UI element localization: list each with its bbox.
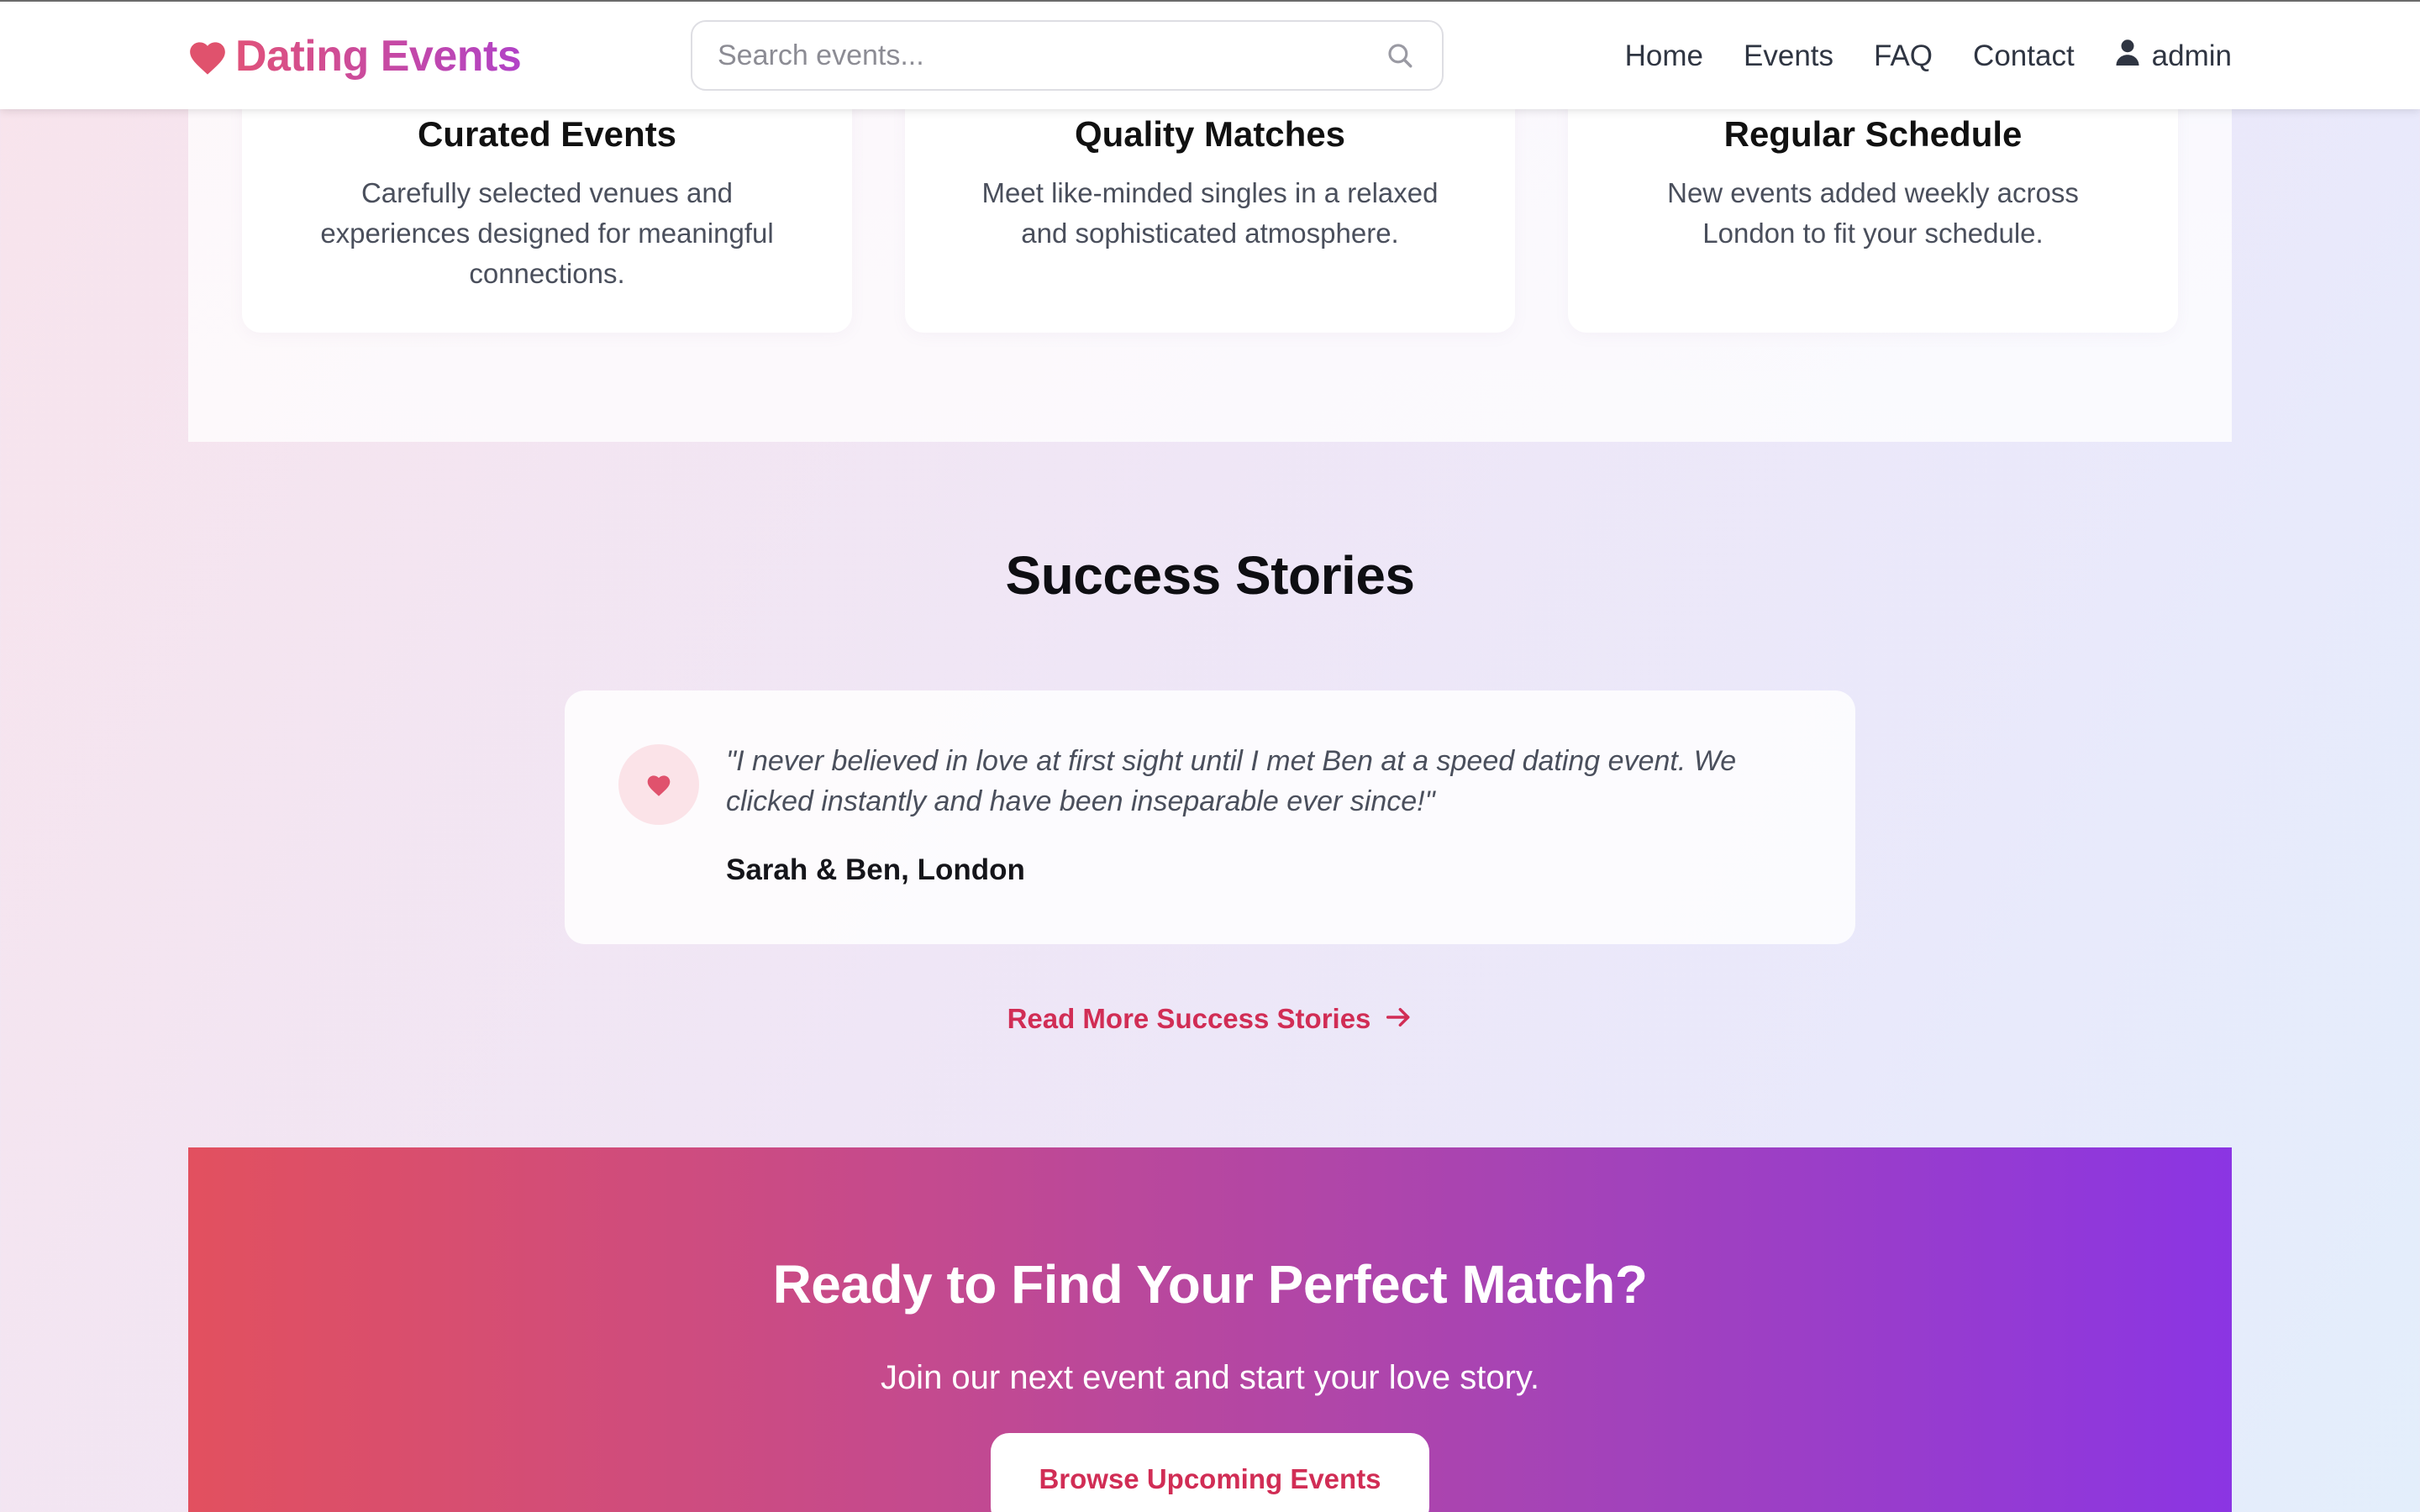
search-input[interactable]: [718, 30, 1383, 81]
heart-icon: [618, 744, 699, 825]
user-icon: [2115, 39, 2140, 75]
browse-events-button[interactable]: Browse Upcoming Events: [991, 1433, 1429, 1512]
cta-subtitle: Join our next event and start your love …: [880, 1359, 1540, 1396]
user-name: admin: [2151, 39, 2232, 72]
brand-logo-link[interactable]: Dating Events: [187, 27, 522, 86]
nav-links: Home Events FAQ Contact admin: [1625, 27, 2232, 86]
top-navbar: Dating Events Home Events FAQ Contact ad…: [0, 0, 2420, 109]
feature-description: New events added weekly across London to…: [1667, 177, 2079, 249]
feature-card-quality-matches: Quality Matches Meet like-minded singles…: [905, 81, 1515, 333]
user-menu[interactable]: admin: [2115, 39, 2232, 75]
feature-title: Curated Events: [417, 114, 677, 154]
arrow-right-icon: [1386, 1005, 1413, 1033]
brand-name: Dating Events: [235, 32, 522, 81]
nav-link-home[interactable]: Home: [1625, 39, 1703, 73]
search-icon[interactable]: [1383, 39, 1417, 72]
feature-title: Regular Schedule: [1723, 114, 2023, 154]
feature-card-curated-events: Curated Events Carefully selected venues…: [242, 81, 852, 333]
nav-link-contact[interactable]: Contact: [1973, 39, 2075, 73]
search-bar: [691, 20, 1444, 91]
feature-card-regular-schedule: Regular Schedule New events added weekly…: [1568, 81, 2178, 333]
cta-banner: Ready to Find Your Perfect Match? Join o…: [188, 1147, 2232, 1512]
nav-link-events[interactable]: Events: [1744, 39, 1833, 73]
success-stories-heading: Success Stories: [1005, 545, 1416, 606]
cta-title: Ready to Find Your Perfect Match?: [772, 1254, 1648, 1315]
read-more-label: Read More Success Stories: [1007, 1003, 1371, 1034]
testimonial-card: "I never believed in love at first sight…: [565, 690, 1855, 944]
heart-icon: [187, 37, 229, 76]
nav-link-faq[interactable]: FAQ: [1874, 39, 1933, 73]
feature-description: Carefully selected venues and experience…: [320, 177, 774, 289]
feature-description: Meet like-minded singles in a relaxed an…: [981, 177, 1439, 249]
read-more-stories-link[interactable]: Read More Success Stories: [0, 1003, 2420, 1035]
feature-title: Quality Matches: [1074, 114, 1346, 154]
testimonial-quote: "I never believed in love at first sight…: [726, 745, 1737, 817]
testimonial-author: Sarah & Ben, London: [726, 853, 1025, 886]
browse-events-label: Browse Upcoming Events: [1039, 1463, 1381, 1494]
